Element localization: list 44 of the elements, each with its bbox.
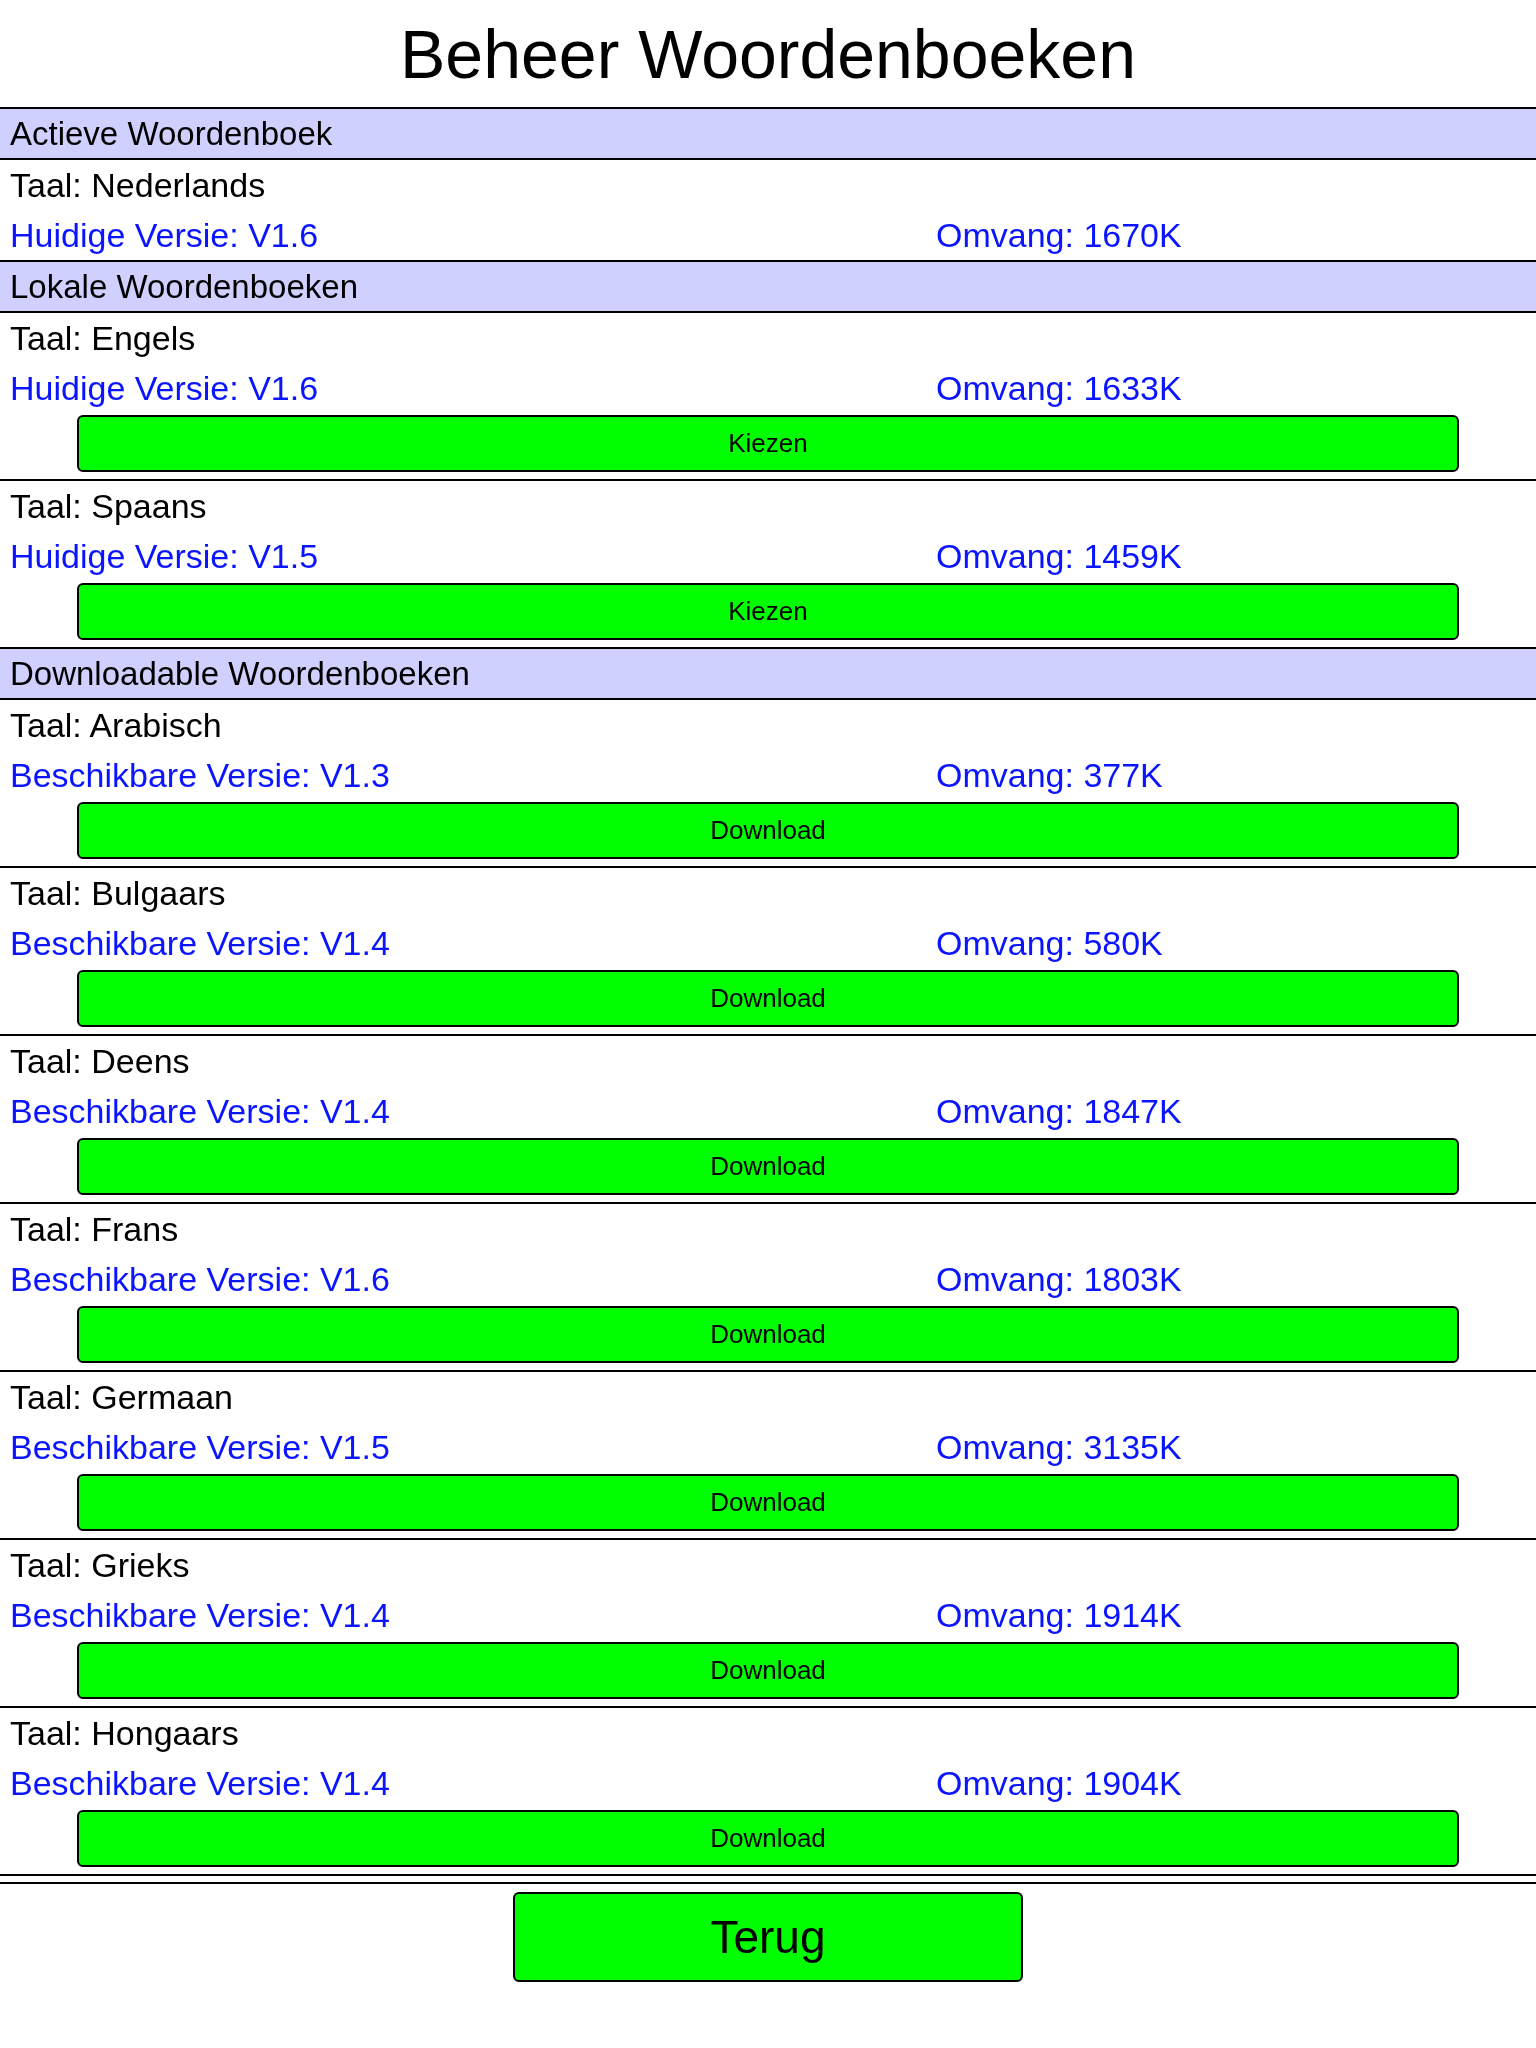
action-button[interactable]: Download bbox=[77, 1138, 1459, 1195]
action-button[interactable]: Download bbox=[77, 1642, 1459, 1699]
version-label: Beschikbare Versie: V1.4 bbox=[10, 1762, 391, 1804]
version-label: Huidige Versie: V1.6 bbox=[10, 214, 320, 256]
action-button[interactable]: Kiezen bbox=[77, 583, 1459, 640]
size-label: Omvang: 1914K bbox=[936, 1594, 1182, 1636]
action-button[interactable]: Download bbox=[77, 1306, 1459, 1363]
version-label: Huidige Versie: V1.6 bbox=[10, 367, 320, 409]
version-label: Beschikbare Versie: V1.5 bbox=[10, 1426, 391, 1468]
version-label: Beschikbare Versie: V1.4 bbox=[10, 1090, 391, 1132]
size-label: Omvang: 1670K bbox=[936, 214, 1182, 256]
action-button[interactable]: Download bbox=[77, 802, 1459, 859]
page-title: Beheer Woordenboeken bbox=[400, 19, 1136, 88]
section-header: Downloadable Woordenboeken bbox=[0, 649, 1536, 700]
language-label: Taal: Grieks bbox=[10, 1544, 190, 1586]
version-label: Huidige Versie: V1.5 bbox=[10, 535, 320, 577]
back-button[interactable]: Terug bbox=[513, 1892, 1023, 1982]
size-label: Omvang: 3135K bbox=[936, 1426, 1182, 1468]
size-label: Omvang: 1803K bbox=[936, 1258, 1182, 1300]
version-label: Beschikbare Versie: V1.3 bbox=[10, 754, 391, 796]
language-label: Taal: Engels bbox=[10, 317, 196, 359]
language-label: Taal: Arabisch bbox=[10, 704, 222, 746]
language-label: Taal: Spaans bbox=[10, 485, 207, 527]
action-button[interactable]: Kiezen bbox=[77, 415, 1459, 472]
language-label: Taal: Nederlands bbox=[10, 164, 266, 206]
action-button[interactable]: Download bbox=[77, 970, 1459, 1027]
language-label: Taal: Frans bbox=[10, 1208, 179, 1250]
version-label: Beschikbare Versie: V1.4 bbox=[10, 1594, 391, 1636]
language-label: Taal: Deens bbox=[10, 1040, 190, 1082]
version-label: Beschikbare Versie: V1.6 bbox=[10, 1258, 391, 1300]
size-label: Omvang: 377K bbox=[936, 754, 1163, 796]
action-button[interactable]: Download bbox=[77, 1474, 1459, 1531]
size-label: Omvang: 580K bbox=[936, 922, 1163, 964]
section-header: Actieve Woordenboek bbox=[0, 109, 1536, 160]
size-label: Omvang: 1847K bbox=[936, 1090, 1182, 1132]
language-label: Taal: Hongaars bbox=[10, 1712, 239, 1754]
action-button[interactable]: Download bbox=[77, 1810, 1459, 1867]
language-label: Taal: Germaan bbox=[10, 1376, 233, 1418]
size-label: Omvang: 1633K bbox=[936, 367, 1182, 409]
size-label: Omvang: 1459K bbox=[936, 535, 1182, 577]
language-label: Taal: Bulgaars bbox=[10, 872, 226, 914]
size-label: Omvang: 1904K bbox=[936, 1762, 1182, 1804]
section-header: Lokale Woordenboeken bbox=[0, 262, 1536, 313]
version-label: Beschikbare Versie: V1.4 bbox=[10, 922, 391, 964]
